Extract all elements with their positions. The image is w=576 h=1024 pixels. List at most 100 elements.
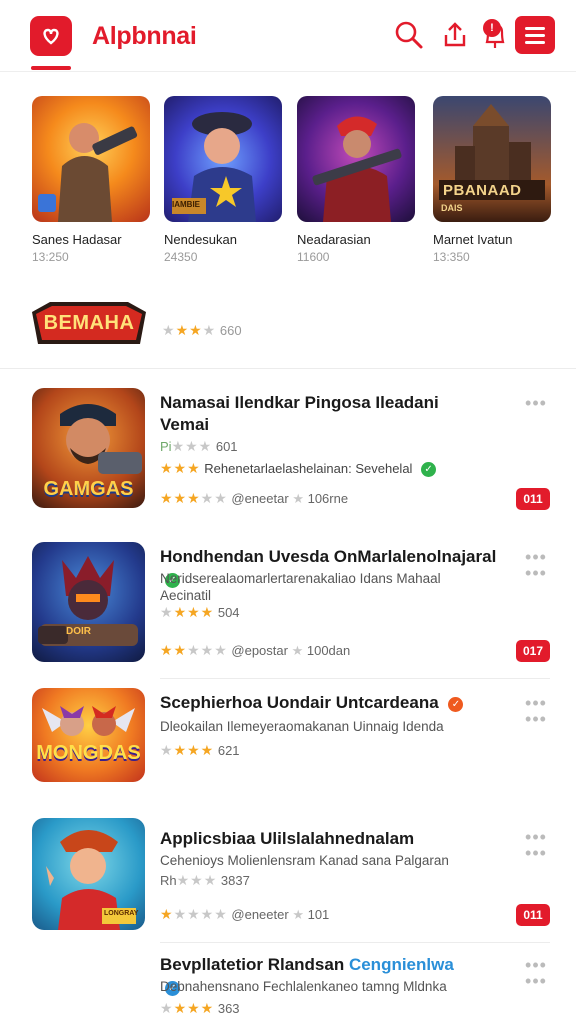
app-subtitle-text: Vemai bbox=[160, 415, 210, 434]
menu-button[interactable] bbox=[515, 16, 555, 54]
app-meta-row: ★★★★★ @eneetar ★ 106rne bbox=[160, 490, 348, 507]
action-pill[interactable]: 011 bbox=[516, 904, 550, 926]
rating-value: 504 bbox=[217, 605, 240, 620]
publisher-text: @epostar bbox=[231, 643, 288, 658]
app-icon: LONGRAY bbox=[32, 818, 145, 930]
more-options-button[interactable]: ••• bbox=[522, 548, 550, 566]
star-icon: ★ bbox=[291, 643, 304, 658]
verified-icon: ✓ bbox=[421, 462, 437, 477]
rating-stars: ★★★ bbox=[176, 872, 218, 888]
logo-icon[interactable] bbox=[30, 16, 72, 56]
featured-count: 11600 bbox=[297, 250, 330, 264]
app-rating-row: ★★★★ 621 bbox=[160, 742, 240, 759]
app-title: Namasai Ilendkar Pingosa Ileadani Vemai bbox=[160, 392, 510, 436]
more-options-button[interactable]: ••• bbox=[522, 564, 550, 582]
app-info-row: ★★★ Rehenetarlaelashelainan: Sevehelal ✓ bbox=[160, 460, 437, 477]
app-icon: DOIR bbox=[32, 542, 145, 662]
featured-card[interactable]: IAMBIE Nendesukan 24350 bbox=[164, 96, 282, 264]
promo-logo: BEMAHA bbox=[30, 298, 148, 348]
app-title: Applicsbiaa Ulilslalahnednalam bbox=[160, 829, 415, 848]
app-title: Alpbnnai bbox=[92, 22, 197, 50]
verified-icon: ✓ bbox=[448, 697, 464, 712]
downloads-text: 100dan bbox=[306, 643, 351, 658]
more-options-button[interactable]: ••• bbox=[522, 972, 550, 990]
featured-name: Neadarasian bbox=[297, 232, 371, 247]
more-options-button[interactable]: ••• bbox=[522, 694, 550, 712]
rating-stars: ★★★ bbox=[160, 460, 201, 476]
active-tab-indicator bbox=[31, 66, 71, 70]
featured-card[interactable]: Neadarasian 11600 bbox=[297, 96, 415, 264]
rating-value: 621 bbox=[217, 743, 240, 758]
menu-icon-bar bbox=[525, 34, 545, 37]
promo-banner[interactable]: BEMAHA ★★★★ 660 bbox=[30, 296, 550, 356]
app-subtitle: Neridserealaomarlertarenakaliao Idans Ma… bbox=[160, 571, 441, 603]
rating-value: 3837 bbox=[220, 873, 250, 888]
rating-value: 601 bbox=[215, 439, 238, 454]
app-title-text: Scephierhoa Uondair Untcardeana bbox=[160, 693, 439, 712]
featured-thumbnail: PBANAAD DAIS bbox=[433, 96, 551, 222]
featured-thumbnail bbox=[297, 96, 415, 222]
app-rating-row: ★★★★ 363 bbox=[160, 1000, 240, 1017]
featured-name: Sanes Hadasar bbox=[32, 232, 122, 247]
upload-icon[interactable] bbox=[438, 18, 472, 52]
rating-value: 363 bbox=[217, 1001, 240, 1016]
promo-rating: ★★★★ 660 bbox=[162, 322, 242, 339]
app-icon-text: DOIR bbox=[66, 626, 91, 637]
app-rating-row: Pi★★★ 601 bbox=[160, 438, 238, 455]
promo-logo-text: BEMAHA bbox=[43, 312, 135, 334]
featured-banner: PBANAAD bbox=[443, 182, 522, 199]
featured-badge: DAIS bbox=[441, 203, 463, 213]
featured-count: 13:250 bbox=[32, 250, 69, 264]
rating-prefix: Rh bbox=[160, 873, 177, 888]
action-pill[interactable]: 011 bbox=[516, 488, 550, 510]
app-subtitle: Cehenioys Molienlensram Kanad sana Palga… bbox=[160, 853, 449, 868]
rating-stars: ★★★★★ bbox=[160, 906, 228, 922]
more-options-button[interactable]: ••• bbox=[522, 710, 550, 728]
downloads-text: 101 bbox=[307, 907, 330, 922]
featured-banner: IAMBIE bbox=[172, 200, 200, 209]
star-icon: ★ bbox=[292, 491, 304, 506]
app-rating-row: Rh★★★ 3837 bbox=[160, 872, 250, 889]
rating-stars: ★★★★ bbox=[162, 322, 217, 338]
more-options-button[interactable]: ••• bbox=[522, 844, 550, 862]
more-options-button[interactable]: ••• bbox=[522, 394, 550, 412]
app-title-text: Hondhendan Uvesda OnMarlalenolnajaral bbox=[160, 547, 497, 566]
menu-icon bbox=[525, 27, 545, 30]
downloads-text: 106rne bbox=[307, 491, 349, 506]
list-divider bbox=[160, 942, 550, 943]
menu-icon-bar bbox=[525, 41, 545, 44]
app-icon: MONGDAS bbox=[32, 688, 145, 782]
app-title-text: Bevpllatetior Rlandsan bbox=[160, 955, 345, 974]
featured-name: Nendesukan bbox=[164, 232, 237, 247]
featured-thumbnail: IAMBIE bbox=[164, 96, 282, 222]
rating-stars: ★★★ bbox=[171, 438, 213, 454]
app-icon-text: MONGDAS bbox=[36, 742, 141, 764]
rating-stars: ★★★★★ bbox=[160, 490, 228, 506]
app-subtitle: Dleokailan Ilemeyeraomakanan Uinnaig Ide… bbox=[160, 719, 444, 734]
more-options-button[interactable]: ••• bbox=[522, 828, 550, 846]
app-icon-text: GAMGAS bbox=[43, 478, 134, 500]
app-subtitle: Debnahensnano Fechlalenkaneo tamng Mldnk… bbox=[160, 979, 447, 994]
featured-card[interactable]: Sanes Hadasar 13:250 bbox=[32, 96, 150, 264]
featured-card[interactable]: PBANAAD DAIS Marnet Ivatun 13:350 bbox=[433, 96, 551, 264]
app-icon: GAMGAS bbox=[32, 388, 145, 508]
more-options-button[interactable]: ••• bbox=[522, 956, 550, 974]
section-divider bbox=[0, 368, 576, 369]
notification-badge: ! bbox=[483, 19, 501, 37]
search-icon[interactable] bbox=[392, 18, 426, 52]
app-meta-row: ★★★★★ @epostar ★ 100dan bbox=[160, 642, 350, 659]
rating-stars: ★★★★★ bbox=[160, 642, 228, 658]
rating-value: 660 bbox=[219, 323, 242, 338]
app-title: Scephierhoa Uondair Untcardeana ✓ bbox=[160, 692, 510, 714]
rating-prefix: Pi bbox=[160, 439, 172, 454]
rating-stars: ★★★★ bbox=[160, 1000, 215, 1016]
app-meta-row: ★★★★★ @eneeter ★ 101 bbox=[160, 906, 329, 923]
featured-name: Marnet Ivatun bbox=[433, 232, 513, 247]
app-title-accent: Cengnienlwa bbox=[348, 955, 454, 974]
featured-count: 24350 bbox=[164, 250, 198, 264]
app-icon-text: LONGRAY bbox=[104, 910, 139, 917]
action-pill[interactable]: 017 bbox=[516, 640, 550, 662]
app-rating-row: ★★★★ 504 bbox=[160, 604, 240, 621]
publisher-text: @eneeter bbox=[231, 907, 289, 922]
app-title-text: Namasai Ilendkar Pingosa Ileadani bbox=[160, 393, 439, 412]
